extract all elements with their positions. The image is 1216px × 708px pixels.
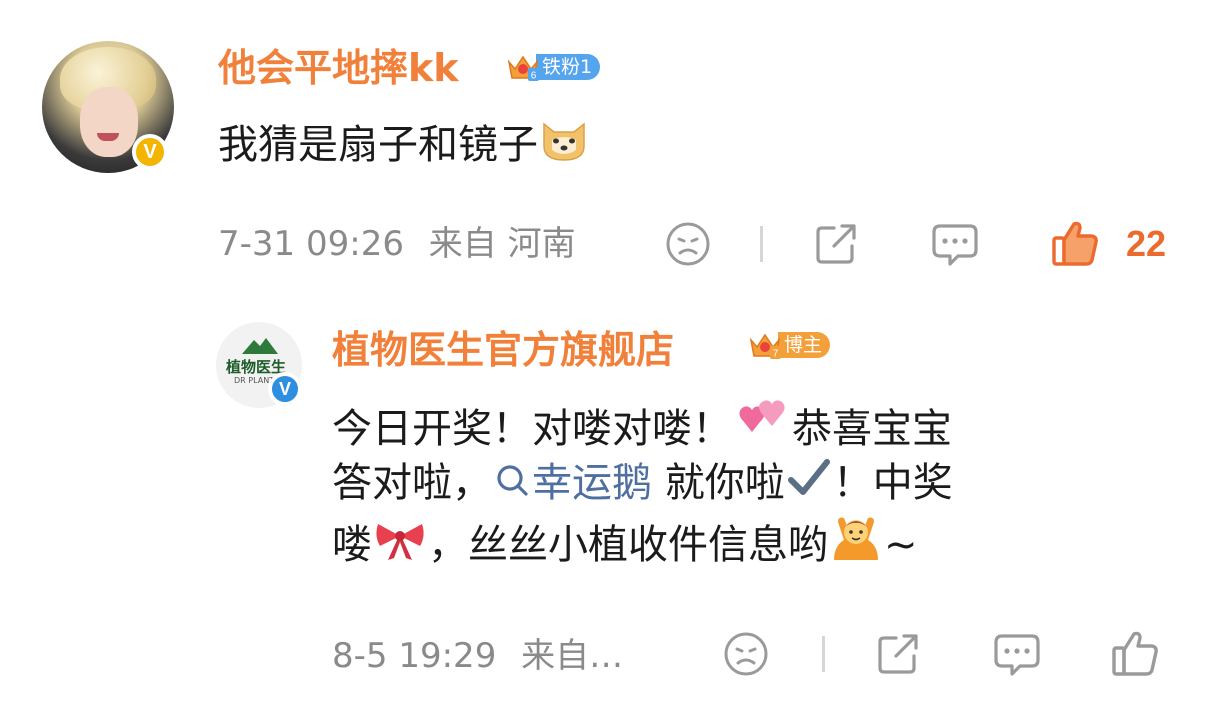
comment-source: 来自 河南 xyxy=(428,224,576,264)
divider xyxy=(822,636,825,672)
check-mark-emoji-icon xyxy=(787,459,830,495)
verified-badge: V xyxy=(268,372,302,406)
fan-badge-label: 铁粉1 xyxy=(536,54,601,80)
reply-text: 今日开奖！对喽对喽！ 恭喜宝宝 答对啦， 幸运鹅 就你啦 ！中奖 喽 ，丝丝小植… xyxy=(332,396,1172,570)
comment-icon[interactable] xyxy=(992,630,1042,678)
thumbs-up-icon[interactable] xyxy=(1050,218,1100,268)
thumbs-up-icon[interactable] xyxy=(1110,628,1160,678)
comment-timestamp: 7-31 09:26 xyxy=(218,224,404,264)
mountain-logo-icon xyxy=(242,338,278,354)
fan-badge[interactable]: 6 铁粉1 xyxy=(506,52,601,82)
reply-source: 来自… xyxy=(521,636,624,676)
comment-text: 我猜是扇子和镜子 xyxy=(218,116,590,174)
person-gesturing-ok-emoji-icon xyxy=(834,517,878,560)
svg-text:6: 6 xyxy=(531,71,537,82)
comment-icon[interactable] xyxy=(930,220,980,268)
divider xyxy=(760,226,763,262)
like-count: 22 xyxy=(1126,223,1167,264)
reply-username[interactable]: 植物医生官方旗舰店 xyxy=(332,328,674,372)
search-icon xyxy=(497,465,528,496)
topic-link[interactable]: 幸运鹅 xyxy=(492,460,652,506)
comment-username[interactable]: 他会平地摔kk xyxy=(218,46,459,90)
comment-thread: V 他会平地摔kk 6 铁粉1 我猜是扇子和镜子 7-31 09:26 来自 河… xyxy=(0,0,1216,708)
doge-emoji-icon xyxy=(543,122,585,161)
comment-meta: 7-31 09:26 来自 河南 xyxy=(218,224,576,264)
share-icon[interactable] xyxy=(874,630,922,678)
share-icon[interactable] xyxy=(812,220,860,268)
reply-timestamp: 8-5 19:29 xyxy=(332,636,497,676)
two-hearts-emoji-icon xyxy=(739,400,785,432)
crown-icon: 7 xyxy=(749,333,781,360)
reply-meta: 8-5 19:29 来自… xyxy=(332,636,623,676)
host-badge-label: 博主 xyxy=(778,332,831,358)
crown-icon: 6 xyxy=(507,55,539,82)
host-badge[interactable]: 7 博主 xyxy=(748,330,831,360)
sad-face-icon[interactable] xyxy=(664,220,712,268)
verified-badge: V xyxy=(132,134,168,170)
ribbon-emoji-icon xyxy=(376,524,424,560)
sad-face-icon[interactable] xyxy=(722,630,770,678)
svg-text:7: 7 xyxy=(773,349,779,360)
